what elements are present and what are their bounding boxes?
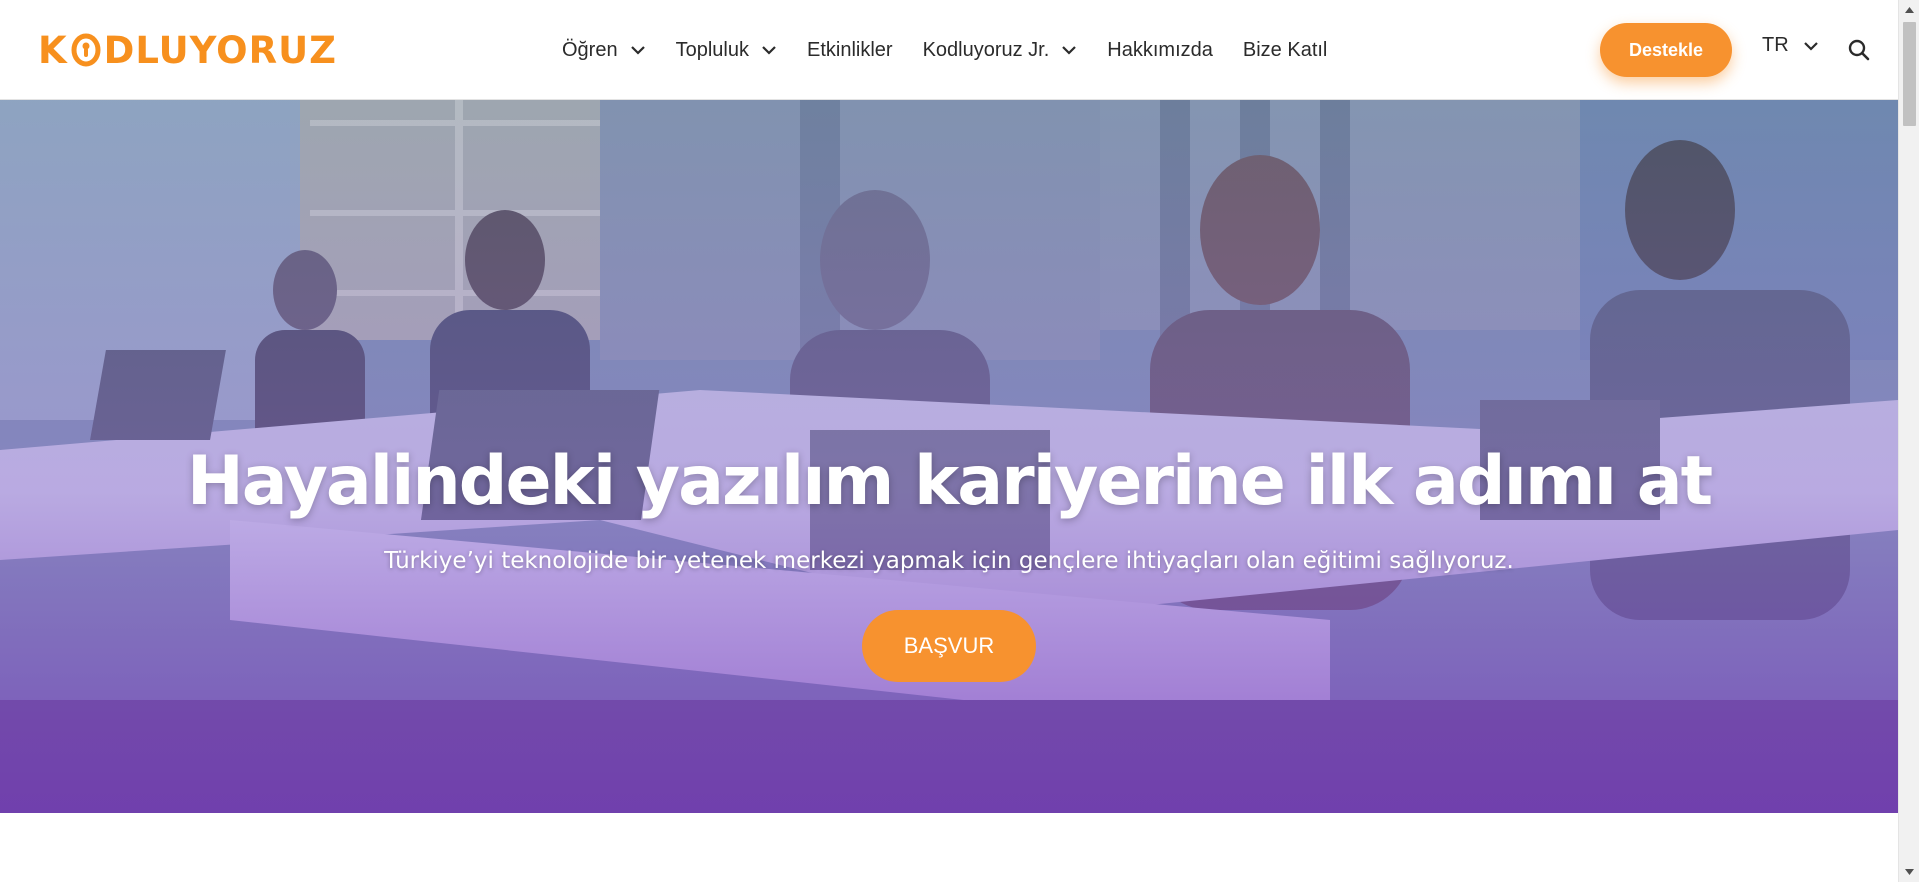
support-button[interactable]: Destekle [1600,23,1732,77]
logo-text-rest: DLUYORUZ [103,28,337,72]
chevron-down-icon [761,45,777,55]
nav-item-hakkimizda[interactable]: Hakkımızda [1107,39,1213,62]
nav-item-label: Kodluyoruz Jr. [922,38,1050,61]
nav-item-label: Bize Katıl [1242,38,1328,61]
kodluyoruz-logo[interactable]: K DLUYORUZ [38,28,337,72]
chevron-down-icon [630,45,646,55]
search-icon[interactable] [1847,38,1871,62]
language-label: TR [1762,34,1789,56]
chevron-down-icon [1803,41,1819,51]
scrollbar-thumb[interactable] [1903,22,1916,126]
nav-item-label: Öğren [562,38,618,61]
language-selector[interactable]: TR [1762,34,1819,57]
nav-item-label: Topluluk [675,38,749,61]
nav-item-ogren[interactable]: Öğren [562,39,646,62]
scroll-up-icon[interactable] [1899,0,1919,20]
hero-subtitle: Türkiye’yi teknolojide bir yetenek merke… [384,548,1514,574]
hero-section: Hayalindeki yazılım kariyerine ilk adımı… [0,100,1898,813]
nav-item-label: Etkinlikler [806,38,893,61]
nav-item-label: Hakkımızda [1107,38,1213,61]
hero-title: Hayalindeki yazılım kariyerine ilk adımı… [186,442,1713,521]
chevron-down-icon [1061,45,1077,55]
page: K DLUYORUZ Öğren Topluluk Etkinlikler Ko… [0,0,1919,882]
nav-item-topluluk[interactable]: Topluluk [676,39,777,62]
logo-mark-icon [71,33,101,67]
nav-item-etkinlikler[interactable]: Etkinlikler [807,39,893,62]
apply-button[interactable]: BAŞVUR [862,610,1036,682]
page-scrollbar[interactable] [1898,0,1919,882]
logo-text-k: K [38,28,68,72]
nav-item-bize-katil[interactable]: Bize Katıl [1243,39,1327,62]
main-nav: Öğren Topluluk Etkinlikler Kodluyoruz Jr… [562,0,1357,100]
nav-item-kodluyoruz-jr[interactable]: Kodluyoruz Jr. [923,39,1078,62]
scroll-down-icon[interactable] [1899,862,1919,882]
site-header: K DLUYORUZ Öğren Topluluk Etkinlikler Ko… [0,0,1898,100]
